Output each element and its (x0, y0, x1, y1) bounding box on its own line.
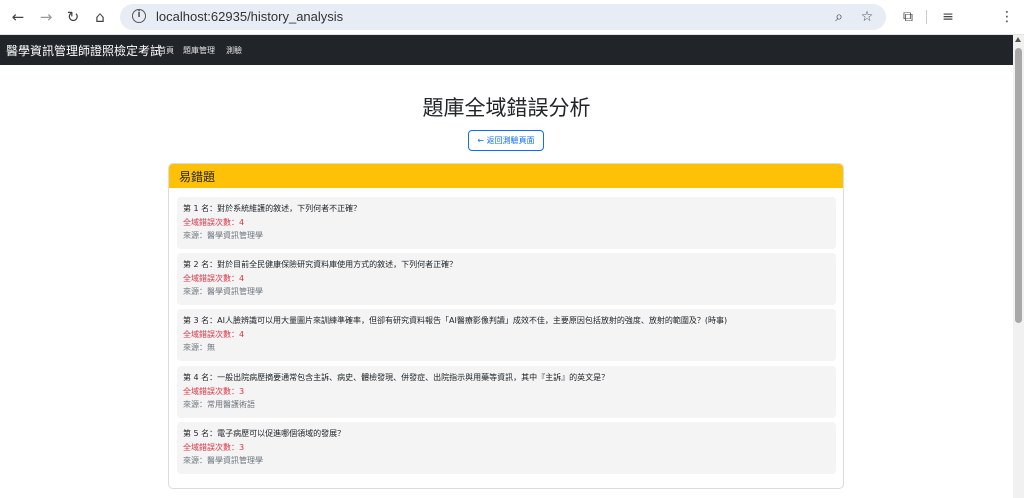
url-text[interactable]: localhost:62935/history_analysis (156, 9, 343, 24)
error-count: 全域錯誤次數：3 (183, 387, 245, 396)
back-to-quiz-button[interactable]: ← 返回測驗頁面 (468, 130, 544, 151)
toolbar-divider (926, 10, 927, 24)
nav-link-home[interactable]: 首頁 (158, 45, 174, 56)
question-text: 第 1 名：對於系統維護的敘述，下列何者不正確？ (183, 204, 362, 213)
error-count: 全域錯誤次數：4 (183, 330, 245, 339)
site-info-icon[interactable]: i (132, 9, 146, 23)
question-source: 來源：常用醫護術語 (183, 400, 255, 409)
address-bar[interactable]: i localhost:62935/history_analysis ⌕ ☆ (120, 4, 886, 30)
home-icon[interactable]: ⌂ (90, 7, 110, 27)
extensions-icon[interactable]: ⧉ (898, 7, 918, 27)
question-source: 來源：醫學資訊管理學 (183, 231, 263, 240)
back-arrow-icon[interactable]: ← (8, 7, 28, 27)
reload-icon[interactable]: ↻ (63, 7, 83, 27)
list-item: 第 4 名：一般出院病歷摘要通常包含主訴、病史、體檢發現、併發症、出院指示與用藥… (177, 366, 836, 418)
error-count: 全域錯誤次數：3 (183, 443, 245, 452)
list-item: 第 3 名：AI人臉辨識可以用大量圖片來訓練準確率，但卻有研究資料報告「AI醫療… (177, 309, 836, 361)
list-item: 第 2 名：對於目前全民健康保險研究資料庫使用方式的敘述，下列何者正確？ 全域錯… (177, 253, 836, 305)
question-text: 第 2 名：對於目前全民健康保險研究資料庫使用方式的敘述，下列何者正確？ (183, 260, 458, 269)
error-count: 全域錯誤次數：4 (183, 274, 245, 283)
site-navbar: 醫學資訊管理師證照檢定考試 首頁 題庫管理 測驗 (0, 35, 1013, 65)
question-text: 第 4 名：一般出院病歷摘要通常包含主訴、病史、體檢發現、併發症、出院指示與用藥… (183, 373, 610, 382)
nav-link-question-bank[interactable]: 題庫管理 (183, 45, 215, 56)
list-item: 第 5 名：電子病歷可以促進哪個領域的發展？ 全域錯誤次數：3 來源：醫學資訊管… (177, 422, 836, 474)
question-text: 第 5 名：電子病歷可以促進哪個領域的發展？ (183, 429, 346, 438)
card-header-title: 易錯題 (179, 170, 216, 184)
question-text: 第 3 名：AI人臉辨識可以用大量圖片來訓練準確率，但卻有研究資料報告「AI醫療… (183, 316, 728, 325)
menu-kebab-icon[interactable]: ⋮ (997, 7, 1017, 27)
brand-link[interactable]: 醫學資訊管理師證照檢定考試 (6, 42, 162, 59)
question-source: 來源：醫學資訊管理學 (183, 456, 263, 465)
bookmark-star-icon[interactable]: ☆ (858, 8, 876, 26)
forward-arrow-icon[interactable]: → (36, 7, 56, 27)
question-source: 來源：無 (183, 343, 215, 352)
list-item: 第 1 名：對於系統維護的敘述，下列何者不正確？ 全域錯誤次數：4 來源：醫學資… (177, 197, 836, 249)
nav-link-quiz[interactable]: 測驗 (226, 45, 242, 56)
question-source: 來源：醫學資訊管理學 (183, 287, 263, 296)
card-header: 易錯題 (169, 164, 843, 188)
error-count: 全域錯誤次數：4 (183, 218, 245, 227)
error-prone-card: 易錯題 第 1 名：對於系統維護的敘述，下列何者不正確？ 全域錯誤次數：4 來源… (168, 163, 844, 489)
scroll-up-icon[interactable] (1015, 37, 1021, 42)
zoom-icon[interactable]: ⌕ (830, 8, 848, 26)
scrollbar-thumb[interactable] (1015, 48, 1022, 323)
page-scrollbar[interactable] (1013, 35, 1024, 498)
page-title: 題庫全域錯誤分析 (422, 96, 591, 120)
reading-list-icon[interactable]: ≡ (938, 7, 958, 27)
browser-toolbar: ← → ↻ ⌂ i localhost:62935/history_analys… (0, 0, 1024, 35)
